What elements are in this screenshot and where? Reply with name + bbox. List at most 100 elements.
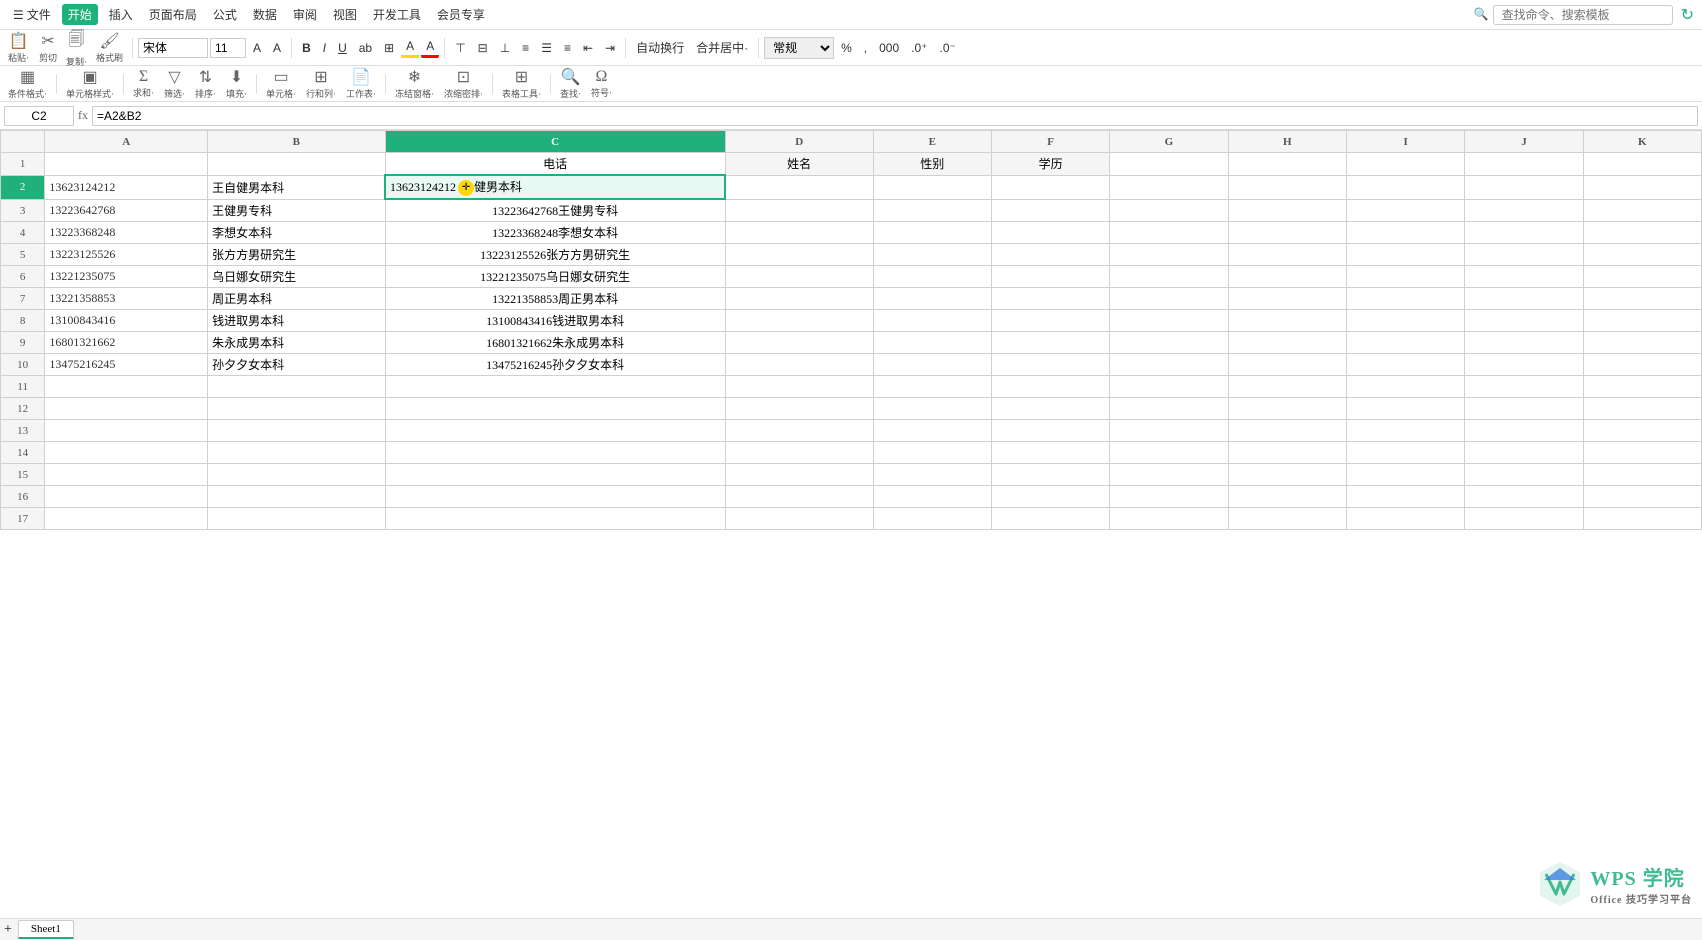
cell-D9[interactable] xyxy=(725,332,873,354)
row-num-10[interactable]: 10 xyxy=(1,354,45,376)
menu-review[interactable]: 审阅 xyxy=(288,4,322,25)
cell-G13[interactable] xyxy=(1110,420,1228,442)
cell-K15[interactable] xyxy=(1583,464,1701,486)
fill-color-button[interactable]: A xyxy=(401,37,419,58)
cell-B6[interactable]: 乌日娜女研究生 xyxy=(208,266,385,288)
cell-C15[interactable] xyxy=(385,464,725,486)
cell-A11[interactable] xyxy=(45,376,208,398)
cell-B8[interactable]: 钱进取男本科 xyxy=(208,310,385,332)
cell-J7[interactable] xyxy=(1465,288,1583,310)
cell-I1[interactable] xyxy=(1346,153,1464,176)
align-middle-button[interactable]: ⊟ xyxy=(473,39,493,57)
cell-C14[interactable] xyxy=(385,442,725,464)
cell-A6[interactable]: 13221235075 xyxy=(45,266,208,288)
cell-I14[interactable] xyxy=(1346,442,1464,464)
cell-K5[interactable] xyxy=(1583,244,1701,266)
cell-button[interactable]: ▭ 单元格· xyxy=(262,65,300,102)
cell-H12[interactable] xyxy=(1228,398,1346,420)
cell-I8[interactable] xyxy=(1346,310,1464,332)
cell-C10[interactable]: 13475216245孙夕夕女本科 xyxy=(385,354,725,376)
align-left-button[interactable]: ≡ xyxy=(517,39,534,57)
cell-F10[interactable] xyxy=(991,354,1109,376)
cell-I4[interactable] xyxy=(1346,222,1464,244)
cell-K7[interactable] xyxy=(1583,288,1701,310)
col-header-I[interactable]: I xyxy=(1346,131,1464,153)
cell-K17[interactable] xyxy=(1583,508,1701,530)
decimal-dn-button[interactable]: .0⁻ xyxy=(935,39,961,57)
font-name-input[interactable] xyxy=(138,38,208,58)
cut-button[interactable]: ✂ 剪切 xyxy=(35,29,61,66)
freeze-button[interactable]: ❄ 冻结窗格· xyxy=(391,65,438,102)
cell-E6[interactable] xyxy=(873,266,991,288)
col-header-G[interactable]: G xyxy=(1110,131,1228,153)
menu-formula[interactable]: 公式 xyxy=(208,4,242,25)
search-input[interactable] xyxy=(1493,5,1673,25)
cell-F6[interactable] xyxy=(991,266,1109,288)
indent-inc-button[interactable]: ⇥ xyxy=(600,39,620,57)
cell-F13[interactable] xyxy=(991,420,1109,442)
row-num-15[interactable]: 15 xyxy=(1,464,45,486)
cell-C11[interactable] xyxy=(385,376,725,398)
cell-F11[interactable] xyxy=(991,376,1109,398)
cell-F4[interactable] xyxy=(991,222,1109,244)
cell-F17[interactable] xyxy=(991,508,1109,530)
cell-G8[interactable] xyxy=(1110,310,1228,332)
cell-A7[interactable]: 13221358853 xyxy=(45,288,208,310)
cell-K10[interactable] xyxy=(1583,354,1701,376)
cell-D14[interactable] xyxy=(725,442,873,464)
cell-J14[interactable] xyxy=(1465,442,1583,464)
row-num-6[interactable]: 6 xyxy=(1,266,45,288)
cell-F15[interactable] xyxy=(991,464,1109,486)
cell-K8[interactable] xyxy=(1583,310,1701,332)
merge-center-button[interactable]: 合并居中· xyxy=(691,37,753,58)
bold-button[interactable]: B xyxy=(297,39,316,57)
cell-J1[interactable] xyxy=(1465,153,1583,176)
cell-B7[interactable]: 周正男本科 xyxy=(208,288,385,310)
cell-J8[interactable] xyxy=(1465,310,1583,332)
col-header-A[interactable]: A xyxy=(45,131,208,153)
row-num-2[interactable]: 2 xyxy=(1,175,45,199)
cell-C17[interactable] xyxy=(385,508,725,530)
cell-K3[interactable] xyxy=(1583,199,1701,222)
cell-I12[interactable] xyxy=(1346,398,1464,420)
cell-G9[interactable] xyxy=(1110,332,1228,354)
cell-K13[interactable] xyxy=(1583,420,1701,442)
cell-F9[interactable] xyxy=(991,332,1109,354)
decimal-up-button[interactable]: .0⁺ xyxy=(906,39,932,57)
cell-H10[interactable] xyxy=(1228,354,1346,376)
row-num-9[interactable]: 9 xyxy=(1,332,45,354)
cell-I7[interactable] xyxy=(1346,288,1464,310)
cell-D5[interactable] xyxy=(725,244,873,266)
cell-H5[interactable] xyxy=(1228,244,1346,266)
symbol-button[interactable]: Ω 符号· xyxy=(587,66,616,101)
grow-font-button[interactable]: A xyxy=(248,39,266,57)
menu-data[interactable]: 数据 xyxy=(248,4,282,25)
cell-G2[interactable] xyxy=(1110,175,1228,199)
cell-D13[interactable] xyxy=(725,420,873,442)
cell-K1[interactable] xyxy=(1583,153,1701,176)
cell-A13[interactable] xyxy=(45,420,208,442)
cell-A16[interactable] xyxy=(45,486,208,508)
cell-H11[interactable] xyxy=(1228,376,1346,398)
menu-file[interactable]: ☰ 文件 xyxy=(8,4,56,25)
cell-A10[interactable]: 13475216245 xyxy=(45,354,208,376)
cell-K2[interactable] xyxy=(1583,175,1701,199)
cell-G4[interactable] xyxy=(1110,222,1228,244)
cell-style-button[interactable]: ▣ 单元格样式· xyxy=(62,65,118,102)
cell-G6[interactable] xyxy=(1110,266,1228,288)
cell-K4[interactable] xyxy=(1583,222,1701,244)
font-color-button[interactable]: A xyxy=(421,37,439,58)
align-right-button[interactable]: ≡ xyxy=(559,39,576,57)
menu-start[interactable]: 开始 xyxy=(62,4,98,25)
cell-J13[interactable] xyxy=(1465,420,1583,442)
cell-J11[interactable] xyxy=(1465,376,1583,398)
col-header-J[interactable]: J xyxy=(1465,131,1583,153)
sum-button[interactable]: Σ 求和· xyxy=(129,66,158,101)
cell-H4[interactable] xyxy=(1228,222,1346,244)
cell-E2[interactable] xyxy=(873,175,991,199)
cell-A14[interactable] xyxy=(45,442,208,464)
cell-K14[interactable] xyxy=(1583,442,1701,464)
sheet-button[interactable]: 📄 工作表· xyxy=(342,65,380,102)
cell-C6[interactable]: 13221235075乌日娜女研究生 xyxy=(385,266,725,288)
cell-D7[interactable] xyxy=(725,288,873,310)
